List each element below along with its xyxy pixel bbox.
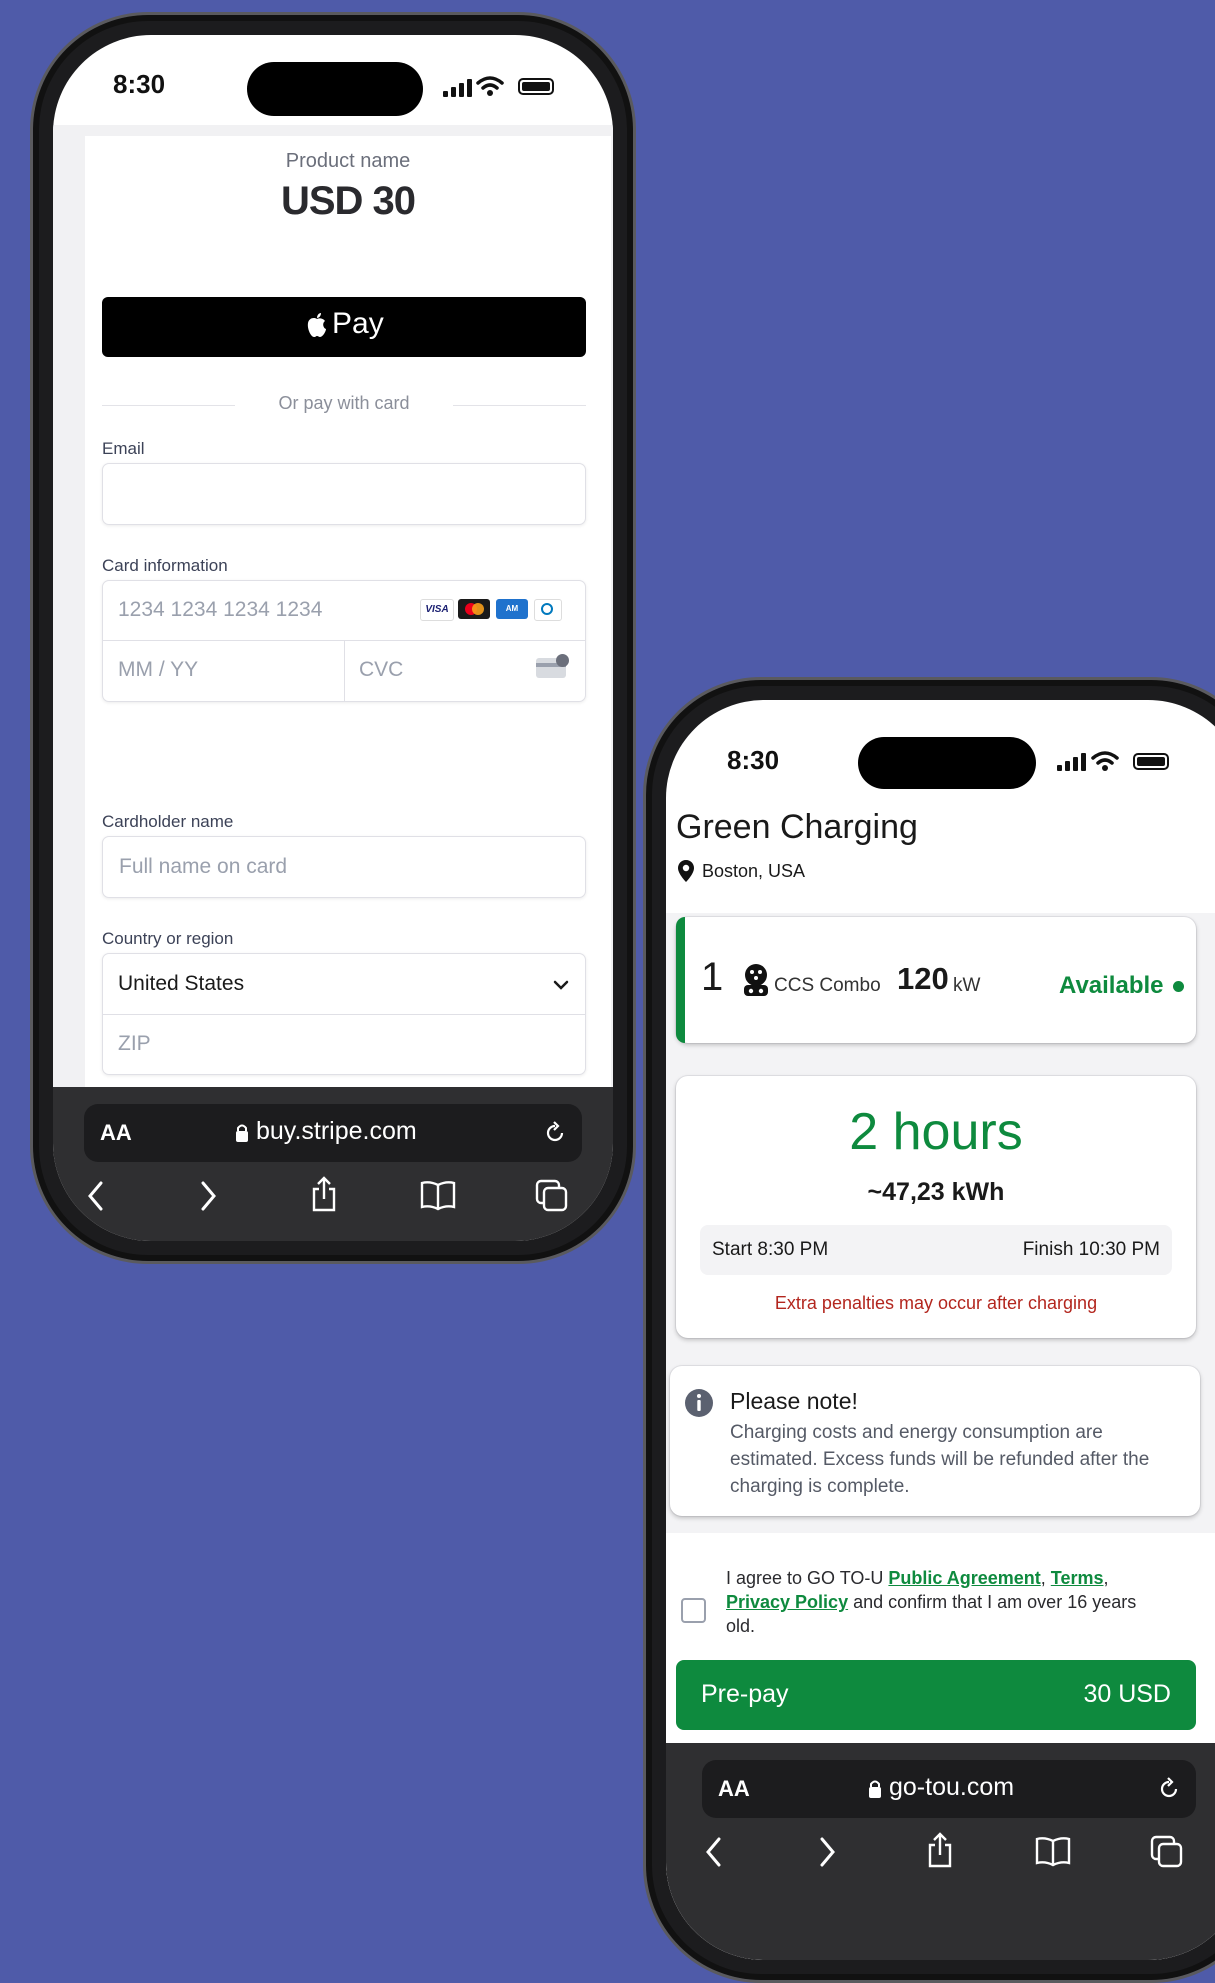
wifi-icon: [1091, 751, 1119, 771]
battery-icon: [1133, 753, 1169, 770]
share-icon[interactable]: [925, 1831, 955, 1869]
dynamic-island: [858, 737, 1036, 789]
country-label: Country or region: [102, 929, 234, 948]
zip-input[interactable]: ZIP: [102, 1013, 586, 1075]
note-card: Please note! Charging costs and energy c…: [670, 1366, 1200, 1516]
share-icon[interactable]: [309, 1175, 339, 1213]
card-info-label: Card information: [102, 556, 228, 575]
duration-card: 2 hours ~47,23 kWh Start 8:30 PM Finish …: [676, 1076, 1196, 1338]
browser-toolbar: AA buy.stripe.com: [53, 1087, 613, 1241]
penalty-warning: Extra penalties may occur after charging: [774, 1293, 1098, 1313]
diners-icon: [534, 599, 562, 621]
apple-pay-button[interactable]: Pay: [102, 297, 586, 357]
card-number-input[interactable]: 1234 1234 1234 1234 VISA AM: [102, 580, 586, 640]
connector-status-bar: [676, 917, 685, 1043]
price-total: USD 30: [280, 179, 416, 223]
visa-icon: VISA: [420, 599, 454, 621]
connector-power-unit: kW: [953, 975, 981, 996]
time-range: Start 8:30 PM Finish 10:30 PM: [700, 1225, 1172, 1275]
bookmarks-icon[interactable]: [419, 1179, 457, 1211]
wifi-icon: [476, 76, 504, 96]
cvc-input[interactable]: CVC: [343, 640, 586, 702]
lock-icon: [869, 1780, 881, 1798]
note-title: Please note!: [730, 1388, 858, 1414]
lock-icon: [236, 1124, 248, 1142]
cardholder-label: Cardholder name: [102, 812, 234, 831]
mastercard-icon: [458, 599, 490, 619]
divider-text: Or pay with card: [235, 393, 453, 414]
station-title: Green Charging: [676, 808, 918, 846]
prepay-label: Pre-pay: [701, 1680, 789, 1708]
text-size-button[interactable]: AA: [100, 1120, 132, 1146]
agree-checkbox[interactable]: [681, 1598, 706, 1623]
stripe-checkout: Product name USD 30 Pay Or pay with card…: [85, 136, 611, 1116]
ccs-plug-icon: [744, 964, 768, 996]
tabs-icon[interactable]: [535, 1179, 569, 1213]
product-name: Product name: [285, 150, 411, 172]
phone-frame-right: 8:30 Green Charging Boston, USA 1 CCS Co…: [643, 677, 1215, 1983]
public-agreement-link[interactable]: Public Agreement: [888, 1568, 1040, 1588]
station-location: Boston, USA: [702, 861, 806, 881]
battery-icon: [518, 78, 554, 95]
phone-screen-right: 8:30 Green Charging Boston, USA 1 CCS Co…: [666, 700, 1215, 1960]
apple-pay-label: Pay: [332, 307, 384, 340]
finish-time: Finish 10:30 PM: [1022, 1239, 1160, 1260]
address-bar[interactable]: AA buy.stripe.com: [84, 1104, 582, 1162]
info-icon: [685, 1389, 713, 1417]
amex-icon: AM: [496, 599, 528, 619]
location-pin-icon: [678, 860, 694, 882]
prepay-amount: 30 USD: [1083, 1680, 1171, 1708]
status-time: 8:30: [113, 69, 166, 99]
agree-text: I agree to GO TO-U Public Agreement, Ter…: [726, 1568, 1137, 1636]
estimated-energy: ~47,23 kWh: [867, 1178, 1005, 1206]
connector-type: CCS Combo: [774, 975, 881, 996]
signal-icon: [443, 79, 472, 97]
phone-screen-left: 8:30 Product name USD 30 Pay Or pay with…: [53, 35, 613, 1241]
email-label: Email: [102, 439, 145, 458]
charging-duration: 2 hours: [849, 1103, 1023, 1161]
connector-card[interactable]: 1 CCS Combo 120 kW Available: [676, 917, 1196, 1043]
address-bar[interactable]: AA go-tou.com: [702, 1760, 1196, 1818]
cvc-card-icon: [536, 654, 569, 678]
dynamic-island: [247, 62, 423, 116]
prepay-button[interactable]: Pre-pay 30 USD: [676, 1660, 1196, 1730]
signal-icon: [1057, 753, 1086, 771]
connector-status: Available: [1059, 972, 1164, 999]
forward-icon[interactable]: [196, 1179, 220, 1213]
url-text: buy.stripe.com: [256, 1117, 417, 1145]
note-text: Charging costs and energy consumption ar…: [730, 1422, 1150, 1497]
forward-icon[interactable]: [815, 1835, 839, 1869]
country-select[interactable]: United States: [102, 953, 586, 1013]
text-size-button[interactable]: AA: [718, 1776, 750, 1802]
expiry-input[interactable]: MM / YY: [102, 640, 343, 702]
status-time: 8:30: [727, 745, 780, 775]
tabs-icon[interactable]: [1150, 1835, 1184, 1869]
connector-power: 120: [897, 961, 949, 996]
reload-icon[interactable]: [1156, 1776, 1182, 1802]
connector-number: 1: [701, 955, 724, 999]
back-icon[interactable]: [84, 1179, 108, 1213]
terms-link[interactable]: Terms: [1051, 1568, 1104, 1588]
phone-frame-left: 8:30 Product name USD 30 Pay Or pay with…: [30, 12, 636, 1264]
cardholder-input[interactable]: Full name on card: [102, 836, 586, 898]
back-icon[interactable]: [702, 1835, 726, 1869]
chevron-down-icon: [553, 980, 569, 990]
email-field[interactable]: [102, 463, 586, 525]
apple-logo-icon: [307, 313, 326, 337]
status-dot-icon: [1173, 981, 1184, 992]
privacy-policy-link[interactable]: Privacy Policy: [726, 1592, 848, 1612]
bookmarks-icon[interactable]: [1034, 1835, 1072, 1867]
reload-icon[interactable]: [542, 1120, 568, 1146]
url-text: go-tou.com: [889, 1773, 1015, 1801]
start-time: Start 8:30 PM: [712, 1239, 829, 1260]
browser-toolbar: AA go-tou.com: [666, 1743, 1215, 1960]
